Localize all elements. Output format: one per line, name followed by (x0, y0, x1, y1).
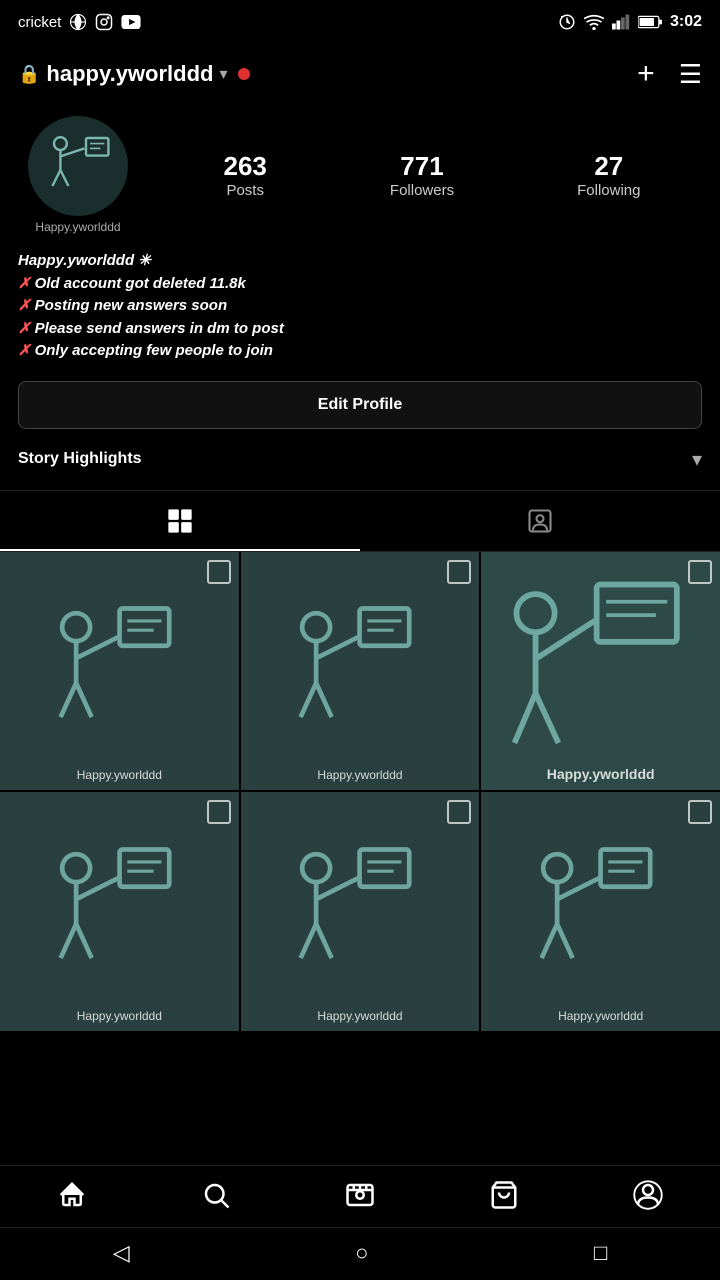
post-thumbnail-svg (282, 834, 437, 989)
avatar-svg (38, 126, 118, 206)
android-back-button[interactable]: ◁ (113, 1240, 130, 1266)
grid-icon (166, 507, 194, 535)
person-tag-icon (526, 507, 554, 535)
android-nav: ◁ ○ □ (0, 1227, 720, 1280)
following-count: 27 (594, 151, 623, 182)
lock-icon: 🔒 (18, 64, 40, 85)
grid-item-label: Happy.yworlddd (481, 766, 720, 782)
profile-icon (633, 1180, 663, 1210)
post-thumbnail-svg (523, 834, 678, 989)
grid-item-label: Happy.yworlddd (241, 1009, 480, 1023)
status-right: 3:02 (558, 13, 702, 31)
signal-icon (612, 14, 630, 30)
grid-item-label: Happy.yworlddd (241, 768, 480, 782)
posts-stat: 263 Posts (224, 151, 267, 199)
avatar[interactable] (28, 116, 128, 216)
notification-dot (238, 68, 250, 80)
search-icon (201, 1180, 231, 1210)
story-highlights-label: Story Highlights (18, 450, 142, 468)
followers-count: 771 (400, 151, 443, 182)
tab-tagged[interactable] (360, 491, 720, 551)
status-bar: cricket 3:02 (0, 0, 720, 44)
time-label: 3:02 (670, 13, 702, 31)
bottom-nav: ◁ ○ □ (0, 1165, 720, 1280)
chevron-down-icon: ▾ (692, 447, 702, 472)
bio-line-1: ✗ Old account got deleted 11.8k (18, 273, 702, 296)
posts-label: Posts (226, 182, 264, 199)
profile-stats: 263 Posts 771 Followers 27 Following (162, 151, 702, 199)
top-nav: 🔒 happy.yworlddd ▾ + ☰ (0, 44, 720, 104)
story-highlights[interactable]: Story Highlights ▾ (0, 429, 720, 491)
avatar-label: Happy.yworlddd (35, 220, 120, 234)
menu-button[interactable]: ☰ (679, 59, 702, 90)
profile-section: Happy.yworlddd 263 Posts 771 Followers 2… (0, 104, 720, 363)
grid-item-label: Happy.yworlddd (481, 1009, 720, 1023)
multi-post-icon (207, 560, 231, 584)
home-nav-button[interactable] (57, 1180, 87, 1217)
profile-nav-button[interactable] (633, 1180, 663, 1217)
bio: Happy.yworlddd ✳ ✗ Old account got delet… (18, 250, 702, 363)
dropdown-arrow-icon[interactable]: ▾ (219, 64, 227, 84)
nav-left: 🔒 happy.yworlddd ▾ (18, 61, 250, 87)
search-nav-button[interactable] (201, 1180, 231, 1217)
grid-item[interactable]: Happy.yworlddd (241, 792, 480, 1031)
android-recent-button[interactable]: □ (594, 1240, 607, 1266)
nba-icon (69, 13, 87, 31)
username-label: happy.yworlddd (46, 61, 213, 87)
following-label: Following (577, 182, 640, 199)
edit-profile-button[interactable]: Edit Profile (18, 381, 702, 429)
grid-item[interactable]: Happy.yworlddd (241, 552, 480, 791)
grid-item[interactable]: Happy.yworlddd (0, 792, 239, 1031)
youtube-icon (121, 15, 141, 29)
grid-item[interactable]: Happy.yworlddd (481, 552, 720, 791)
multi-post-icon (688, 800, 712, 824)
sync-icon (558, 13, 576, 31)
instagram-icon (95, 13, 113, 31)
posts-count: 263 (224, 151, 267, 182)
post-thumbnail-svg (42, 834, 197, 989)
following-stat[interactable]: 27 Following (577, 151, 640, 199)
followers-label: Followers (390, 182, 454, 199)
bio-name: Happy.yworlddd ✳ (18, 250, 702, 273)
bio-line-4: ✗ Only accepting few people to join (18, 340, 702, 363)
android-home-button[interactable]: ○ (355, 1240, 368, 1266)
avatar-container: Happy.yworlddd (18, 116, 138, 234)
multi-post-icon (447, 560, 471, 584)
bio-line-3: ✗ Please send answers in dm to post (18, 318, 702, 341)
status-left: cricket (18, 13, 141, 31)
nav-right: + ☰ (637, 57, 702, 91)
post-thumbnail-svg (505, 575, 696, 766)
grid-item-label: Happy.yworlddd (0, 1009, 239, 1023)
home-icon (57, 1180, 87, 1210)
shop-nav-button[interactable] (489, 1180, 519, 1217)
multi-post-icon (207, 800, 231, 824)
profile-top: Happy.yworlddd 263 Posts 771 Followers 2… (18, 116, 702, 234)
tab-grid[interactable] (0, 491, 360, 551)
followers-stat[interactable]: 771 Followers (390, 151, 454, 199)
battery-icon (638, 15, 662, 29)
bottom-nav-icons (0, 1166, 720, 1227)
shop-icon (489, 1180, 519, 1210)
post-thumbnail-svg (282, 593, 437, 748)
carrier-label: cricket (18, 14, 61, 31)
tab-bar (0, 491, 720, 552)
post-thumbnail-svg (42, 593, 197, 748)
bio-name-text: Happy.yworlddd ✳ (18, 252, 151, 269)
reels-nav-button[interactable] (345, 1180, 375, 1217)
reels-icon (345, 1180, 375, 1210)
bio-line-2: ✗ Posting new answers soon (18, 295, 702, 318)
grid-item[interactable]: Happy.yworlddd (0, 552, 239, 791)
add-button[interactable]: + (637, 57, 655, 91)
wifi-icon (584, 14, 604, 30)
grid-item[interactable]: Happy.yworlddd (481, 792, 720, 1031)
grid-item-label: Happy.yworlddd (0, 768, 239, 782)
multi-post-icon (447, 800, 471, 824)
posts-grid: Happy.yworlddd Happy.yworlddd (0, 552, 720, 1031)
